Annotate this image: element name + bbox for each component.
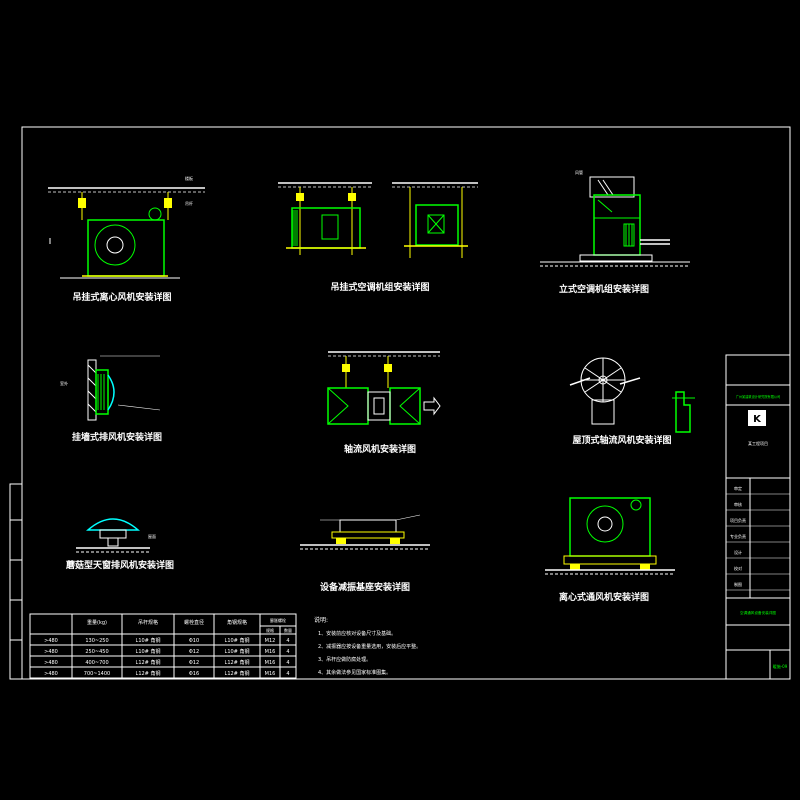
detail-hanging-centrifugal-fan: 楼板 吊杆 吊挂式离心风机安装详图: [48, 175, 205, 303]
table-cell: 4: [286, 671, 289, 677]
table-cell: >480: [44, 660, 58, 666]
detail-vibration-base: 设备减振基座安装详图: [300, 514, 430, 593]
table-cell: >480: [44, 671, 58, 677]
svg-text:屋面: 屋面: [148, 533, 156, 539]
drawing-number: 暖施-09: [773, 663, 788, 669]
detail-axial-fan: 轴流风机安装详图: [327, 351, 441, 455]
caption-5: 轴流风机安装详图: [344, 443, 416, 455]
project-name: 某工程项目: [748, 440, 768, 446]
company-name: 广州某建筑设计研究院有限公司: [736, 394, 781, 399]
note-3: 3、吊杆应做防腐处理。: [318, 656, 371, 663]
table-cell: M16: [265, 660, 276, 666]
table-header-5: 膨胀螺栓: [270, 617, 286, 623]
detail-roof-axial-fan: 屋顶式轴流风机安装详图: [569, 357, 695, 446]
table-cell: 4: [286, 660, 289, 666]
detail-mushroom-roof-fan: 屋面 蘑菇型天窗排风机安装详图: [66, 518, 174, 571]
detail-centrifugal-fan: 离心式通风机安装详图: [545, 497, 675, 603]
title-block-role: 校对: [734, 565, 742, 571]
svg-text:吊杆: 吊杆: [185, 200, 193, 206]
table-cell: M16: [265, 649, 276, 655]
table-subheader-1: 规格: [266, 627, 274, 633]
table-cell: Φ10: [189, 638, 199, 644]
svg-text:楼板: 楼板: [185, 175, 193, 181]
svg-text:室外: 室外: [60, 380, 68, 386]
table-subheader-2: 数量: [284, 627, 292, 633]
title-block: K 广州某建筑设计研究院有限公司 某工程项目 空调通风设备安装详图 暖施-09 …: [725, 354, 791, 680]
table-cell: 400~700: [85, 660, 108, 666]
table-cell: 4: [286, 638, 289, 644]
detail-wall-exhaust-fan: 室外 挂墙式排风机安装详图: [60, 355, 162, 443]
caption-1: 吊挂式离心风机安装详图: [72, 291, 171, 303]
title-block-role: 制图: [734, 581, 742, 587]
table-cell: 130~250: [85, 638, 108, 644]
table-header-3: 螺栓直径: [184, 619, 204, 626]
table-cell: 700~1400: [84, 671, 110, 677]
table-cell: M16: [265, 671, 276, 677]
table-cell: Φ16: [189, 671, 199, 677]
note-2: 2、减振器应按设备重量选用，安装后应平整。: [318, 643, 421, 650]
caption-3: 立式空调机组安装详图: [559, 283, 649, 295]
caption-8: 设备减振基座安装详图: [320, 581, 410, 593]
table-cell: 4: [286, 649, 289, 655]
table-header-2: 吊杆规格: [138, 619, 158, 626]
drawing-canvas: 楼板 吊杆 吊挂式离心风机安装详图 吊挂式空调机组安装详图 风管 立式空调机组安…: [9, 126, 791, 680]
table-cell: L10# 角钢: [136, 648, 161, 655]
table-header-4: 角钢规格: [227, 619, 247, 626]
title-block-role: 审定: [734, 485, 742, 491]
notes-block: 说明: 1、安装前应核对设备尺寸及基础。 2、减振器应按设备重量选用，安装后应平…: [314, 616, 421, 676]
note-1: 1、安装前应核对设备尺寸及基础。: [318, 630, 396, 637]
table-cell: L10# 角钢: [136, 637, 161, 644]
table-cell: Φ12: [189, 660, 199, 666]
caption-6: 屋顶式轴流风机安装详图: [572, 434, 671, 446]
table-cell: >480: [44, 649, 58, 655]
note-4: 4、其余做法参见国家标准图集。: [318, 669, 391, 676]
table-header-1: 重量(kg): [87, 619, 107, 626]
detail-vertical-ahu: 风管 立式空调机组安装详图: [540, 169, 690, 295]
cad-drawing: 楼板 吊杆 吊挂式离心风机安装详图 吊挂式空调机组安装详图 风管 立式空调机组安…: [0, 0, 800, 800]
caption-9: 离心式通风机安装详图: [559, 591, 649, 603]
table-cell: 250~450: [85, 649, 108, 655]
table-cell: L12# 角钢: [136, 670, 161, 677]
title-block-role: 设计: [734, 549, 742, 555]
caption-7: 蘑菇型天窗排风机安装详图: [66, 559, 174, 571]
table-cell: L10# 角钢: [225, 648, 250, 655]
notes-title: 说明:: [314, 616, 328, 624]
table-cell: M12: [265, 638, 276, 644]
caption-4: 挂墙式排风机安装详图: [72, 431, 162, 443]
table-cell: L10# 角钢: [225, 637, 250, 644]
svg-text:风管: 风管: [575, 169, 583, 175]
drawing-title: 空调通风设备安装详图: [740, 610, 776, 615]
equipment-table: 重量(kg) 吊杆规格 螺栓直径 角钢规格 膨胀螺栓 规格 数量 >480 130…: [29, 613, 297, 679]
table-cell: >480: [44, 638, 58, 644]
svg-text:K: K: [753, 414, 762, 425]
detail-hanging-ahu: 吊挂式空调机组安装详图: [278, 182, 478, 293]
caption-2: 吊挂式空调机组安装详图: [330, 281, 429, 293]
table-cell: L12# 角钢: [225, 659, 250, 666]
company-logo: K: [748, 410, 766, 426]
title-block-role: 专业负责: [730, 533, 746, 539]
table-cell: Φ12: [189, 649, 199, 655]
drawing-border: [21, 126, 791, 680]
title-block-role: 审核: [734, 501, 742, 507]
title-block-role: 项目负责: [730, 517, 746, 523]
table-cell: L12# 角钢: [136, 659, 161, 666]
table-cell: L12# 角钢: [225, 670, 250, 677]
left-margin-strip: [9, 483, 23, 680]
